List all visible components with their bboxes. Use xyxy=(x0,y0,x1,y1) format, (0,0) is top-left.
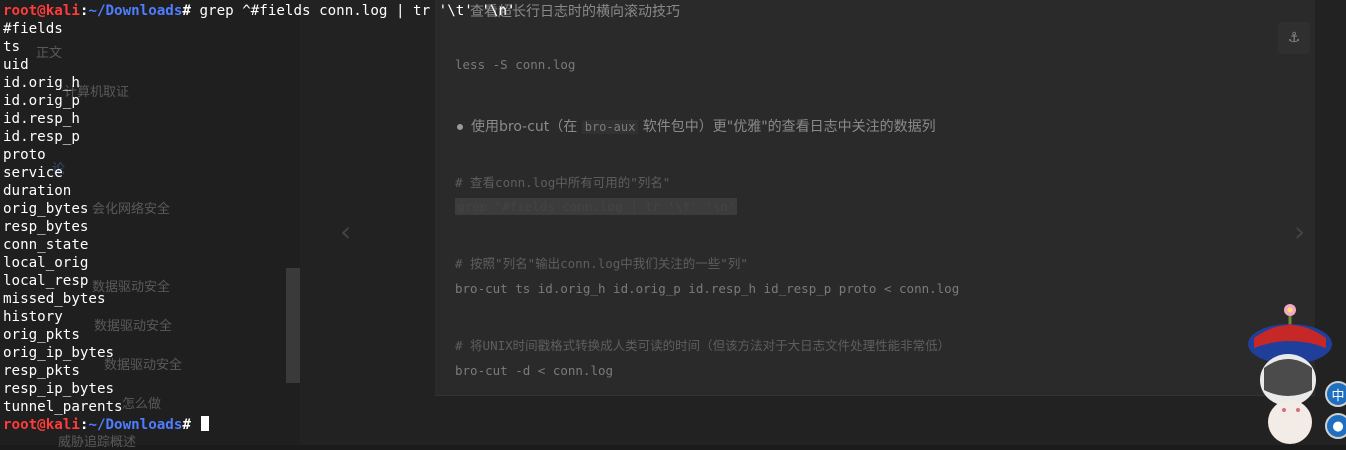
output-line: ts xyxy=(3,39,21,55)
output-line: orig_bytes xyxy=(3,201,89,217)
prompt-hash: # xyxy=(182,417,200,433)
command-text: grep ^#fields conn.log | tr '\t' '\n' xyxy=(199,3,516,19)
bullet-text-after: 软件包中）更"优雅"的查看日志中关注的数据列 xyxy=(642,119,936,135)
output-line: orig_pkts xyxy=(3,327,80,343)
prompt-path: ~/Downloads xyxy=(88,3,183,19)
prompt-hash: # xyxy=(182,3,200,19)
output-line: service xyxy=(3,165,63,181)
output-line: orig_ip_bytes xyxy=(3,345,115,361)
anchor-icon[interactable]: ⚓ xyxy=(1278,22,1310,54)
output-line: uid xyxy=(3,57,29,73)
output-line: missed_bytes xyxy=(3,291,106,307)
output-line: proto xyxy=(3,147,46,163)
output-line: #fields xyxy=(3,21,63,37)
inline-code: bro-aux xyxy=(581,120,639,134)
prompt-line[interactable]: root@kali:~/Downloads# xyxy=(3,416,210,434)
assistant-button[interactable]: ● xyxy=(1325,413,1346,439)
output-line: id.orig_h xyxy=(3,75,80,91)
output-line: id.orig_p xyxy=(3,93,80,109)
output-line: resp_bytes xyxy=(3,219,89,235)
text-cursor xyxy=(201,416,210,431)
translate-button[interactable]: 中 xyxy=(1325,381,1346,407)
output-line: tunnel_parents xyxy=(3,399,123,415)
output-line: conn_state xyxy=(3,237,89,253)
output-line: resp_pkts xyxy=(3,363,80,379)
next-arrow-icon[interactable]: › xyxy=(1294,215,1305,248)
output-line: resp_ip_bytes xyxy=(3,381,115,397)
prompt-user: root@kali xyxy=(3,417,80,433)
prompt-user: root@kali xyxy=(3,3,80,19)
output-line: id.resp_h xyxy=(3,111,80,127)
command-line: root@kali:~/Downloads# grep ^#fields con… xyxy=(3,2,516,20)
mascot-image xyxy=(1248,304,1332,444)
terminal-output[interactable]: root@kali:~/Downloads# grep ^#fields con… xyxy=(0,0,560,445)
output-line: local_resp xyxy=(3,273,89,289)
output-line: local_orig xyxy=(3,255,89,271)
output-line: duration xyxy=(3,183,72,199)
prompt-path: ~/Downloads xyxy=(88,417,183,433)
output-line: id.resp_p xyxy=(3,129,80,145)
output-line: history xyxy=(3,309,63,325)
